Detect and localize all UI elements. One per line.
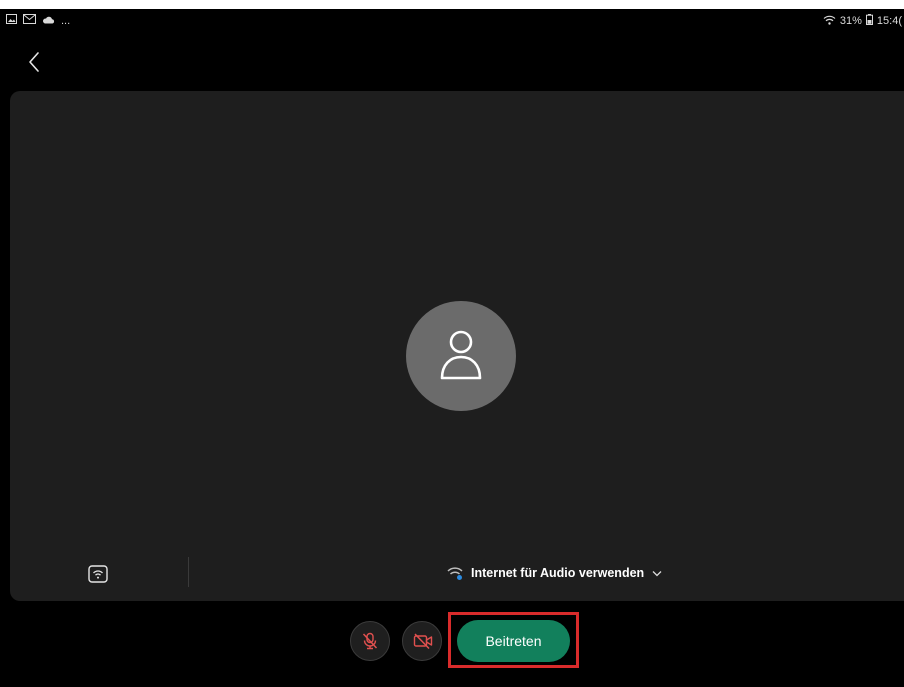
chevron-down-icon <box>652 570 662 576</box>
status-bar: ... 31% 15:4( <box>0 9 904 33</box>
battery-percent: 31% <box>839 15 862 27</box>
wifi-status-icon <box>823 15 836 28</box>
cast-wifi-icon <box>88 565 108 583</box>
join-button[interactable]: Beitreten <box>457 620 570 662</box>
avatar <box>406 301 516 411</box>
mic-off-icon <box>362 632 378 650</box>
status-left: ... <box>6 14 70 27</box>
video-preview-panel: Internet für Audio verwenden <box>10 91 904 601</box>
gmail-icon <box>23 14 36 27</box>
status-time: 15:4( <box>876 15 902 27</box>
video-off-icon <box>413 633 433 650</box>
wifi-icon <box>447 567 463 580</box>
status-overflow: ... <box>61 14 71 27</box>
chevron-left-icon <box>29 52 39 72</box>
back-button[interactable] <box>24 49 46 75</box>
divider <box>188 557 189 587</box>
gallery-icon <box>6 14 17 27</box>
audio-option-label: Internet für Audio verwenden <box>471 566 645 580</box>
person-icon <box>440 330 482 380</box>
join-controls: Beitreten <box>0 601 904 687</box>
top-nav <box>0 33 904 91</box>
status-right: 31% 15:4( <box>823 14 902 28</box>
cloud-icon <box>42 15 55 27</box>
meeting-join-screen: ... 31% 15:4( Internet für Audio verwend… <box>0 9 904 687</box>
video-off-button[interactable] <box>402 621 442 661</box>
battery-icon <box>865 14 873 28</box>
audio-option-dropdown[interactable]: Internet für Audio verwenden <box>447 566 662 580</box>
cast-button[interactable] <box>88 565 108 583</box>
mute-button[interactable] <box>350 621 390 661</box>
